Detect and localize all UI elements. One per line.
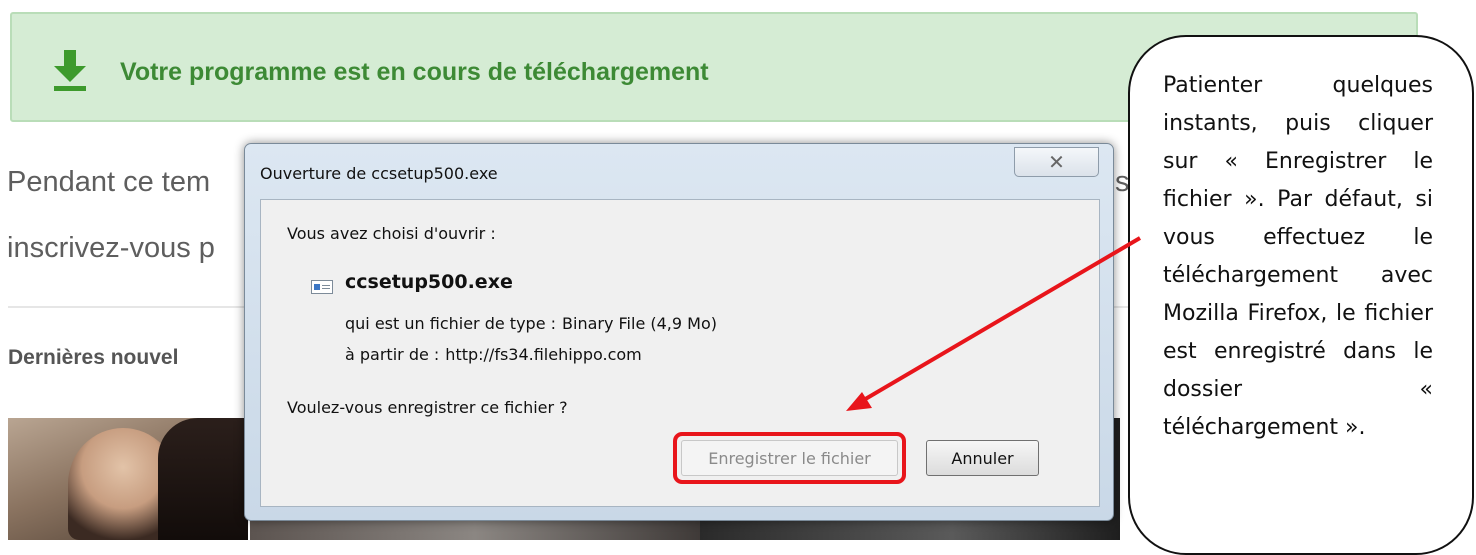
cancel-button[interactable]: Annuler (926, 440, 1039, 476)
download-icon (54, 50, 86, 91)
file-source-label: à partir de : (345, 345, 440, 364)
file-name: ccsetup500.exe (345, 271, 513, 293)
close-icon: ✕ (1048, 151, 1065, 174)
save-question: Voulez-vous enregistrer ce fichier ? (287, 398, 568, 417)
file-source-value: http://fs34.filehippo.com (445, 345, 642, 364)
download-dialog: Ouverture de ccsetup500.exe ✕ Vous avez … (244, 143, 1114, 521)
dialog-body: Vous avez choisi d'ouvrir : ccsetup500.e… (260, 199, 1100, 507)
save-button-highlight (673, 432, 906, 484)
page-text-line-1: Pendant ce tem (7, 166, 211, 198)
news-thumbnail-1[interactable] (8, 418, 248, 540)
thumbnail-photo-detail (158, 418, 248, 540)
file-type-row: qui est un fichier de type : Binary File … (345, 314, 717, 333)
file-type-label: qui est un fichier de type : (345, 314, 557, 333)
dialog-intro-text: Vous avez choisi d'ouvrir : (287, 224, 496, 243)
news-heading: Dernières nouvel (8, 346, 179, 369)
instruction-text: Patienter quelques instants, puis clique… (1163, 73, 1433, 440)
file-icon (311, 280, 333, 294)
dialog-title: Ouverture de ccsetup500.exe (260, 164, 498, 183)
page-text-line-2: inscrivez-vous p (7, 232, 215, 264)
download-banner-text: Votre programme est en cours de téléchar… (120, 58, 709, 86)
close-button[interactable]: ✕ (1014, 147, 1099, 177)
file-source-row: à partir de : http://fs34.filehippo.com (345, 345, 642, 364)
instruction-callout: Patienter quelques instants, puis clique… (1128, 35, 1474, 555)
file-type-value: Binary File (4,9 Mo) (562, 314, 717, 333)
